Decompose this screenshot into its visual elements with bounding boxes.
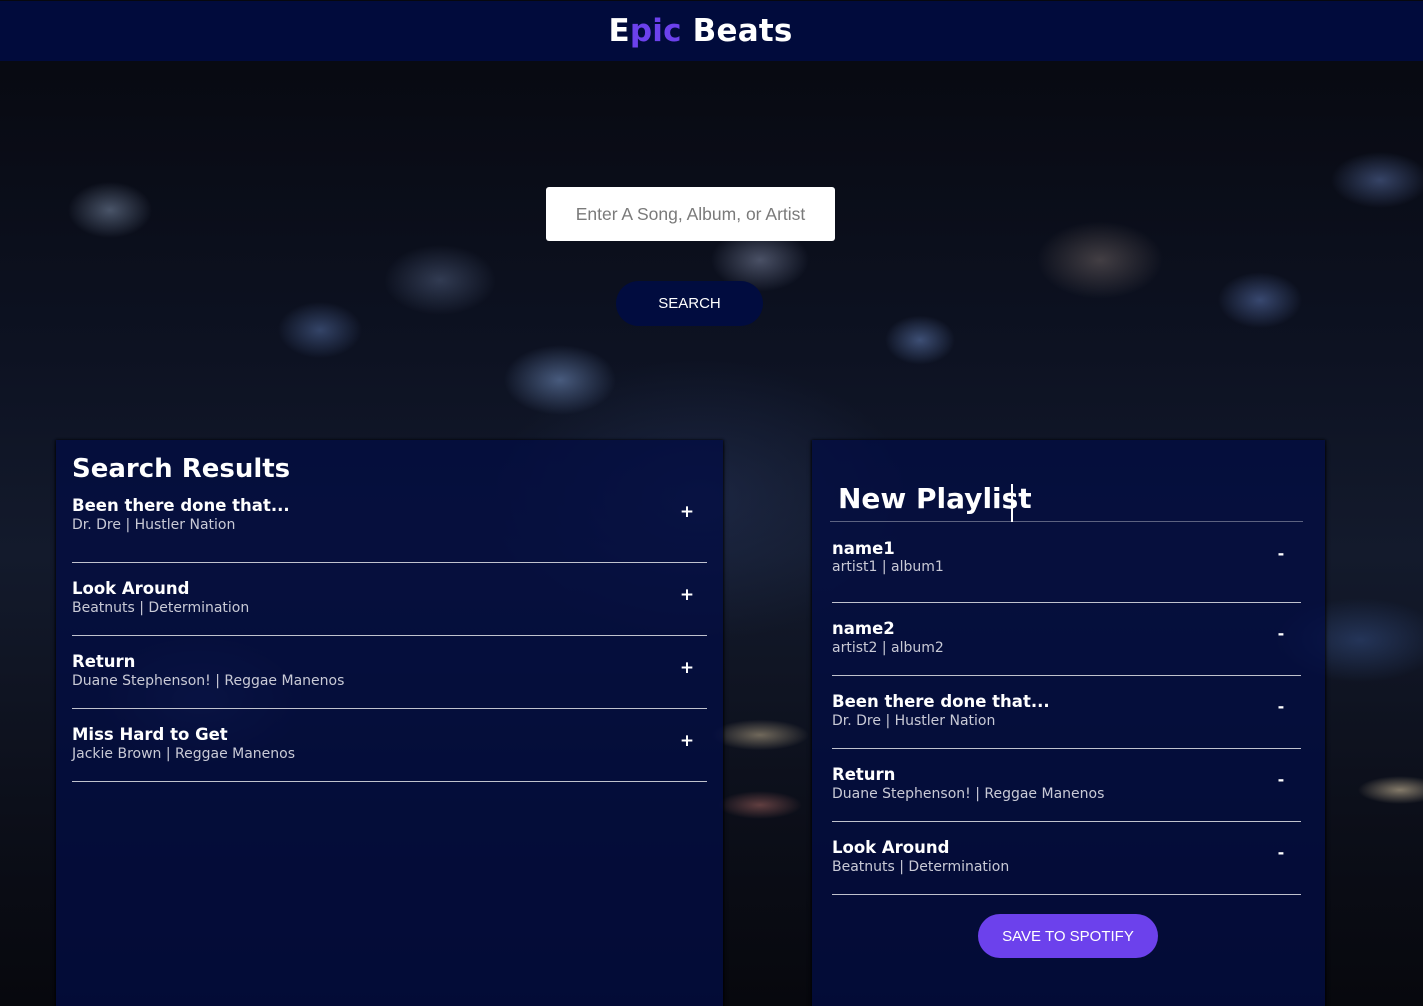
track-row: Return Duane Stephenson! | Reggae Maneno…	[832, 749, 1301, 822]
track-artist-album: Dr. Dre | Hustler Nation	[832, 713, 996, 729]
track-row: Return Duane Stephenson! | Reggae Maneno…	[72, 636, 707, 709]
track-row: name2 artist2 | album2 -	[832, 603, 1301, 676]
track-row: Look Around Beatnuts | Determination -	[832, 822, 1301, 895]
top-bar: Epic Beats	[0, 1, 1423, 61]
track-artist-album: artist2 | album2	[832, 640, 944, 656]
add-track-button[interactable]: +	[677, 656, 697, 680]
track-artist-album: Jackie Brown | Reggae Manenos	[72, 746, 296, 762]
remove-track-button[interactable]: -	[1271, 621, 1291, 645]
track-artist-album: Duane Stephenson! | Reggae Manenos	[832, 786, 1105, 802]
playlist-track-list: name1 artist1 | album1 - name2 artist2 |…	[832, 530, 1301, 895]
remove-track-button[interactable]: -	[1271, 840, 1291, 864]
search-input[interactable]	[546, 187, 835, 241]
logo-rest-text: Beats	[681, 13, 793, 49]
track-name: Look Around	[832, 838, 950, 857]
search-results-title: Search Results	[72, 454, 291, 484]
track-artist-album: Duane Stephenson! | Reggae Manenos	[72, 673, 345, 689]
add-track-button[interactable]: +	[677, 583, 697, 607]
track-name: Return	[72, 652, 136, 671]
track-name: Return	[832, 765, 896, 784]
search-results-panel: Search Results Been there done that... D…	[56, 440, 723, 1006]
track-artist-album: Beatnuts | Determination	[832, 859, 1010, 875]
add-track-button[interactable]: +	[677, 729, 697, 753]
track-name: name2	[832, 619, 895, 638]
add-track-button[interactable]: +	[677, 500, 697, 524]
logo-accent-text: pic	[629, 13, 682, 49]
remove-track-button[interactable]: -	[1271, 541, 1291, 565]
search-button[interactable]: SEARCH	[616, 281, 763, 326]
track-artist-album: Dr. Dre | Hustler Nation	[72, 517, 236, 533]
remove-track-button[interactable]: -	[1271, 694, 1291, 718]
playlist-name-input[interactable]	[830, 482, 1303, 522]
logo-first-letter: E	[608, 13, 630, 49]
remove-track-button[interactable]: -	[1271, 767, 1291, 791]
track-row: Look Around Beatnuts | Determination +	[72, 563, 707, 636]
track-row: Been there done that... Dr. Dre | Hustle…	[832, 676, 1301, 749]
track-name: name1	[832, 539, 895, 558]
track-row: Miss Hard to Get Jackie Brown | Reggae M…	[72, 709, 707, 782]
save-to-spotify-button[interactable]: SAVE TO SPOTIFY	[978, 914, 1158, 958]
track-name: Been there done that...	[832, 692, 1050, 711]
track-row: name1 artist1 | album1 -	[832, 530, 1301, 603]
track-row: Been there done that... Dr. Dre | Hustle…	[72, 494, 707, 563]
search-results-list: Been there done that... Dr. Dre | Hustle…	[72, 494, 707, 782]
text-cursor	[1011, 484, 1013, 522]
track-name: Look Around	[72, 579, 190, 598]
app-logo: Epic Beats	[608, 13, 792, 49]
track-name: Been there done that...	[72, 496, 290, 515]
track-artist-album: Beatnuts | Determination	[72, 600, 250, 616]
track-artist-album: artist1 | album1	[832, 559, 944, 575]
track-name: Miss Hard to Get	[72, 725, 228, 744]
